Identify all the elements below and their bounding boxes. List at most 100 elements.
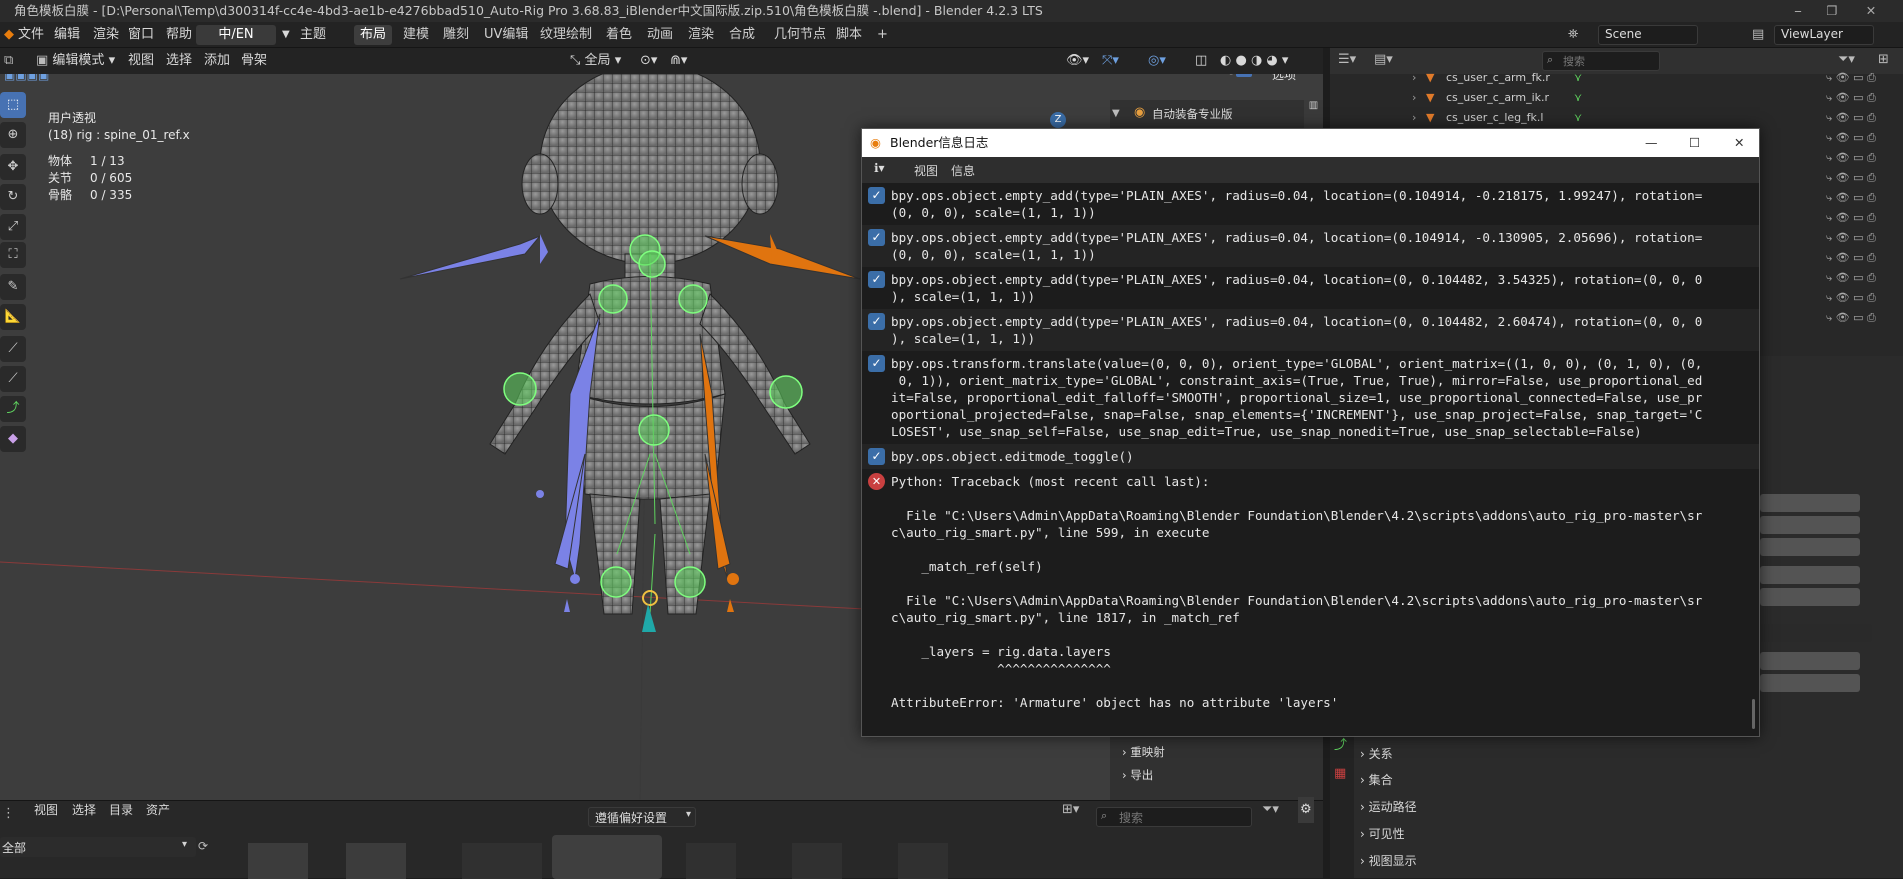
tab-sculpting[interactable]: 雕刻 <box>437 25 475 45</box>
list-item[interactable]: › ▼ cs_user_c_leg_fk.l ⋎ <box>1330 108 1903 128</box>
section-visibility[interactable]: › 可见性 <box>1360 823 1405 845</box>
restore-button[interactable]: ❐ <box>1812 0 1852 22</box>
log-entry[interactable]: ✓ bpy.ops.object.empty_add(type='PLAIN_AX… <box>862 183 1759 225</box>
list-item[interactable]: › ▼ cs_user_c_arm_ik.r ⋎ <box>1330 88 1903 108</box>
prop-field[interactable] <box>1760 588 1860 606</box>
log-entry[interactable]: ✓ bpy.ops.object.empty_add(type='PLAIN_AX… <box>862 225 1759 267</box>
asset-thumb[interactable] <box>792 843 842 879</box>
scale-tool-icon[interactable]: ⤢ <box>0 214 26 240</box>
asset-thumb[interactable] <box>686 843 736 879</box>
transform-tool-icon[interactable]: ⛶ <box>0 242 26 268</box>
view-layer-selector[interactable]: ViewLayer <box>1774 25 1874 45</box>
section-motion-paths[interactable]: › 运动路径 <box>1360 796 1417 818</box>
menu-window[interactable]: 窗口 <box>128 22 154 48</box>
outliner-editor-icon[interactable]: ☰▾ <box>1338 52 1356 67</box>
chevron-down-icon[interactable]: ▼ <box>282 22 290 48</box>
import-method-dropdown[interactable]: 遵循偏好设置 ▾ <box>588 807 696 827</box>
gizmo-icon[interactable]: ⤧▾ <box>1102 48 1119 74</box>
asset-menu-catalog[interactable]: 目录 <box>109 797 133 823</box>
annotate-tool-icon[interactable]: ✎ <box>0 274 26 300</box>
log-error-entry[interactable]: ✕ Python: Traceback (most recent call las… <box>862 469 1759 715</box>
filter-icon[interactable]: ⏷▾ <box>1838 52 1855 67</box>
gear-icon[interactable]: ⚙ <box>1298 797 1314 823</box>
asset-library-dropdown[interactable]: 全部 ▾ <box>0 837 196 857</box>
tab-modeling[interactable]: 建模 <box>397 25 435 45</box>
tab-geometry-nodes[interactable]: 几何节点 <box>768 25 832 45</box>
prop-field[interactable] <box>1760 674 1860 692</box>
editor-type-icon[interactable]: ⧉ <box>4 48 13 74</box>
menu-view[interactable]: 视图 <box>128 48 154 74</box>
new-collection-icon[interactable]: ⊞ <box>1878 52 1889 67</box>
menu-render[interactable]: 渲染 <box>93 22 119 48</box>
visibility-icon[interactable]: 👁▾ <box>1066 48 1089 74</box>
asset-thumb[interactable] <box>898 843 948 879</box>
log-entry[interactable]: ✓ bpy.ops.transform.translate(value=(0, 0… <box>862 351 1759 444</box>
info-menu-info[interactable]: 信息 <box>951 162 975 179</box>
list-item[interactable]: › ▼ cs_user_c_arm_fk.r ⋎ <box>1330 68 1903 88</box>
move-view-icon[interactable]: ⛶ <box>1225 74 1233 77</box>
bone-envelope-tool-icon[interactable]: ◆ <box>0 426 26 452</box>
add-workspace-button[interactable]: + <box>871 25 894 45</box>
language-toggle[interactable]: 中/EN <box>196 25 276 45</box>
menu-edit[interactable]: 编辑 <box>54 22 80 48</box>
info-menu-view[interactable]: 视图 <box>914 162 938 179</box>
menu-file[interactable]: 文件 <box>18 22 44 48</box>
bone-size-tool-icon[interactable]: ⟋ <box>0 366 26 392</box>
display-mode-icon[interactable]: ⊞▾ <box>1062 797 1079 823</box>
view-layer-icon[interactable]: ▤ <box>1752 22 1764 48</box>
log-entry[interactable]: ✓ bpy.ops.object.empty_add(type='PLAIN_AX… <box>862 309 1759 351</box>
info-log-window[interactable]: ◉ Blender信息日志 — ☐ ✕ ℹ▾ 视图 信息 ✓ bpy.ops.ob… <box>861 128 1760 737</box>
export-item[interactable]: › 导出 <box>1122 767 1153 783</box>
filter-icon[interactable]: ⏷▾ <box>1262 797 1279 823</box>
tab-compositing[interactable]: 合成 <box>723 25 761 45</box>
refresh-icon[interactable]: ⟳ <box>198 839 208 853</box>
scene-icon[interactable]: ⛯ <box>1568 22 1578 48</box>
retarget-item[interactable]: › 重映射 <box>1122 744 1165 760</box>
rotate-tool-icon[interactable]: ↻ <box>0 184 26 210</box>
info-editor-icon[interactable]: ℹ▾ <box>874 161 885 175</box>
select-mode-icons[interactable]: ▣▣▣▣ <box>4 74 49 82</box>
prop-field[interactable] <box>1760 516 1860 534</box>
menu-select[interactable]: 选择 <box>166 48 192 74</box>
axis-x-icon[interactable]: X <box>1236 74 1252 77</box>
asset-search-input[interactable]: ⌕ 搜索 <box>1096 807 1252 827</box>
tab-uv-editing[interactable]: UV编辑 <box>478 25 534 45</box>
cursor-tool-icon[interactable]: ⊕ <box>0 122 26 148</box>
info-log-titlebar[interactable]: ◉ Blender信息日志 — ☐ ✕ <box>862 129 1759 157</box>
overlay-icon[interactable]: ◎▾ <box>1148 48 1166 74</box>
tab-texture-paint[interactable]: 纹理绘制 <box>534 25 598 45</box>
asset-thumb[interactable] <box>248 843 308 879</box>
scene-selector[interactable]: Scene <box>1598 25 1698 45</box>
menu-armature[interactable]: 骨架 <box>241 48 267 74</box>
options-button[interactable]: 选项 <box>1272 74 1296 83</box>
select-tool-icon[interactable]: ⬚ <box>0 92 26 118</box>
prop-field[interactable] <box>1760 566 1860 584</box>
xray-icon[interactable]: ◫ <box>1195 48 1207 74</box>
shading-solid-icon[interactable]: ◐ ● ◑ ◕ ▾ <box>1220 48 1288 74</box>
theme-menu[interactable]: 主题 <box>300 22 326 48</box>
menu-add[interactable]: 添加 <box>204 48 230 74</box>
asset-thumb[interactable] <box>462 843 542 879</box>
texture-icon[interactable]: ▦ <box>1334 766 1346 781</box>
blender-logo-icon[interactable]: ◆ <box>4 22 14 48</box>
prop-field[interactable] <box>1760 652 1860 670</box>
tab-rendering[interactable]: 渲染 <box>682 25 720 45</box>
log-entry[interactable]: ✓ bpy.ops.object.empty_add(type='PLAIN_AX… <box>862 267 1759 309</box>
prop-field[interactable] <box>1760 494 1860 512</box>
orientation-selector[interactable]: ⤡ 全局 ▾ <box>570 48 621 74</box>
move-tool-icon[interactable]: ✥ <box>0 154 26 180</box>
log-entry[interactable]: ✓ bpy.ops.object.editmode_toggle() <box>862 444 1759 469</box>
tab-shading[interactable]: 着色 <box>600 25 638 45</box>
panel-chevron-icon[interactable]: ▼ <box>1112 108 1120 119</box>
prop-field[interactable] <box>1760 538 1860 556</box>
pivot-icon[interactable]: ⊙▾ <box>640 48 657 74</box>
asset-menu-assets[interactable]: 资产 <box>146 797 170 823</box>
n-panel-tab[interactable]: ▥ <box>1304 100 1323 130</box>
info-log-body[interactable]: ✓ bpy.ops.object.empty_add(type='PLAIN_AX… <box>862 183 1759 736</box>
prop-dropdown[interactable] <box>1760 624 1872 642</box>
roll-tool-icon[interactable]: ⟋ <box>0 336 26 362</box>
extrude-tool-icon[interactable]: ⤴ <box>0 396 26 422</box>
snap-icon[interactable]: ⋒▾ <box>670 48 687 74</box>
asset-menu-view[interactable]: 视图 <box>34 797 58 823</box>
section-collections[interactable]: › 集合 <box>1360 769 1393 791</box>
